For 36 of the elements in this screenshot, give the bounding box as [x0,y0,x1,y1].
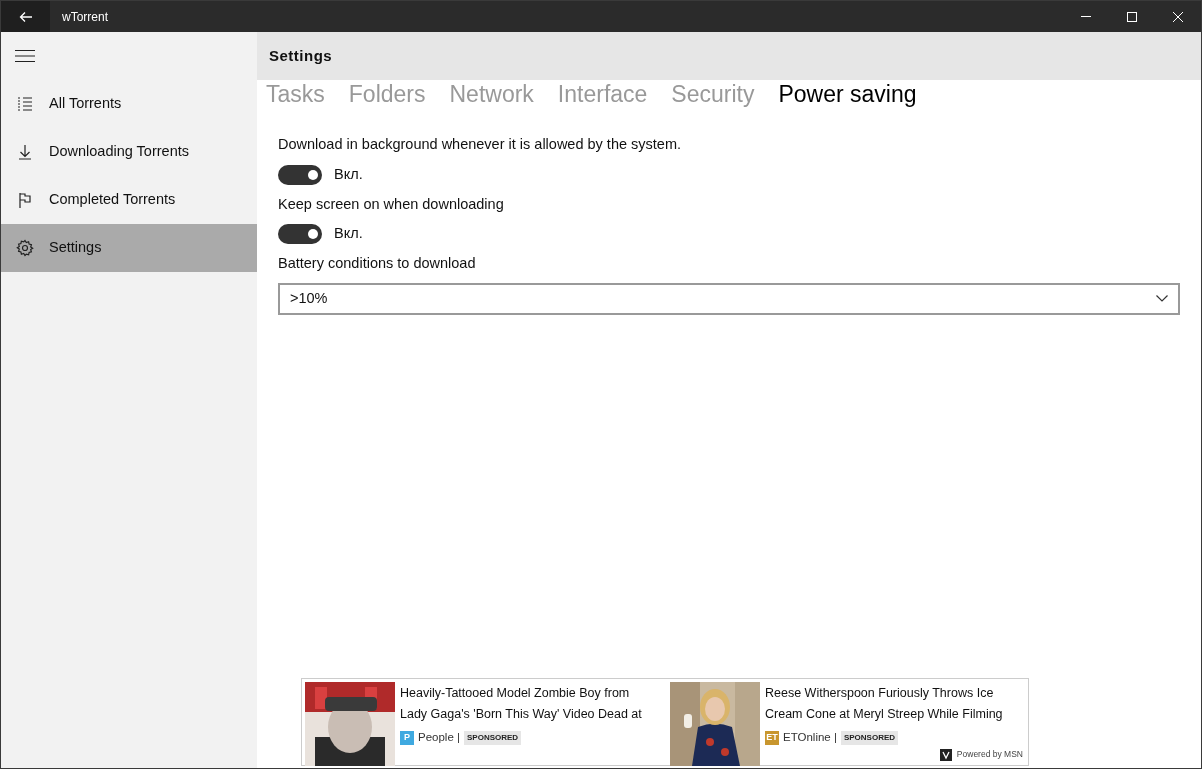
setting-label: Battery conditions to download [278,254,477,273]
menu-icon [15,50,35,62]
flag-icon [16,191,34,209]
toggle-switch[interactable] [278,224,322,245]
msn-logo-icon [939,748,952,761]
minimize-icon [1081,16,1091,17]
source-logo: P [400,730,414,745]
toggle-state: Вкл. [334,224,363,244]
sidebar-item[interactable]: Downloading Torrents [1,128,257,176]
close-icon [1173,11,1183,22]
sponsored-label: SPONSORED [464,730,522,745]
source-logo: ET [765,730,779,745]
sponsored-label: SPONSORED [840,730,899,745]
download-icon [16,143,34,161]
back-arrow-icon [18,10,33,23]
ad-title[interactable]: Reese Witherspoon Furiously Throws Ice Cream Cone at Meryl Streep While Filming [765,683,1003,725]
window-title: wTorrent [62,8,108,26]
setting-label: Keep screen on when downloading [278,194,505,214]
maximize-icon [1127,11,1137,22]
ad-source: People | [418,730,460,745]
sidebar-item[interactable]: Settings [1,224,257,272]
back-button[interactable] [1,1,50,32]
page-title: Settings [269,45,333,66]
toggle-switch[interactable] [278,164,322,185]
toggle-state: Вкл. [334,164,363,184]
ad-source: ETOnline | [783,730,837,745]
sidebar-item[interactable]: Completed Torrents [1,176,257,224]
tab[interactable]: Power saving [778,82,917,106]
sidebar-item[interactable]: All Torrents [1,80,257,128]
powered-by-text: Powered by MSN [956,748,1023,761]
setting-label: Download in background whenever it is allowed by the system. [278,135,682,154]
ad-title[interactable]: Heavily-Tattooed Model Zombie Boy from Lady Gaga's 'Born This Way' Video Dead at [400,683,642,725]
list-icon [16,95,34,113]
settings-icon [16,239,34,257]
battery-dropdown[interactable]: >10% [278,282,1180,315]
chevron-down-icon [1156,295,1168,303]
